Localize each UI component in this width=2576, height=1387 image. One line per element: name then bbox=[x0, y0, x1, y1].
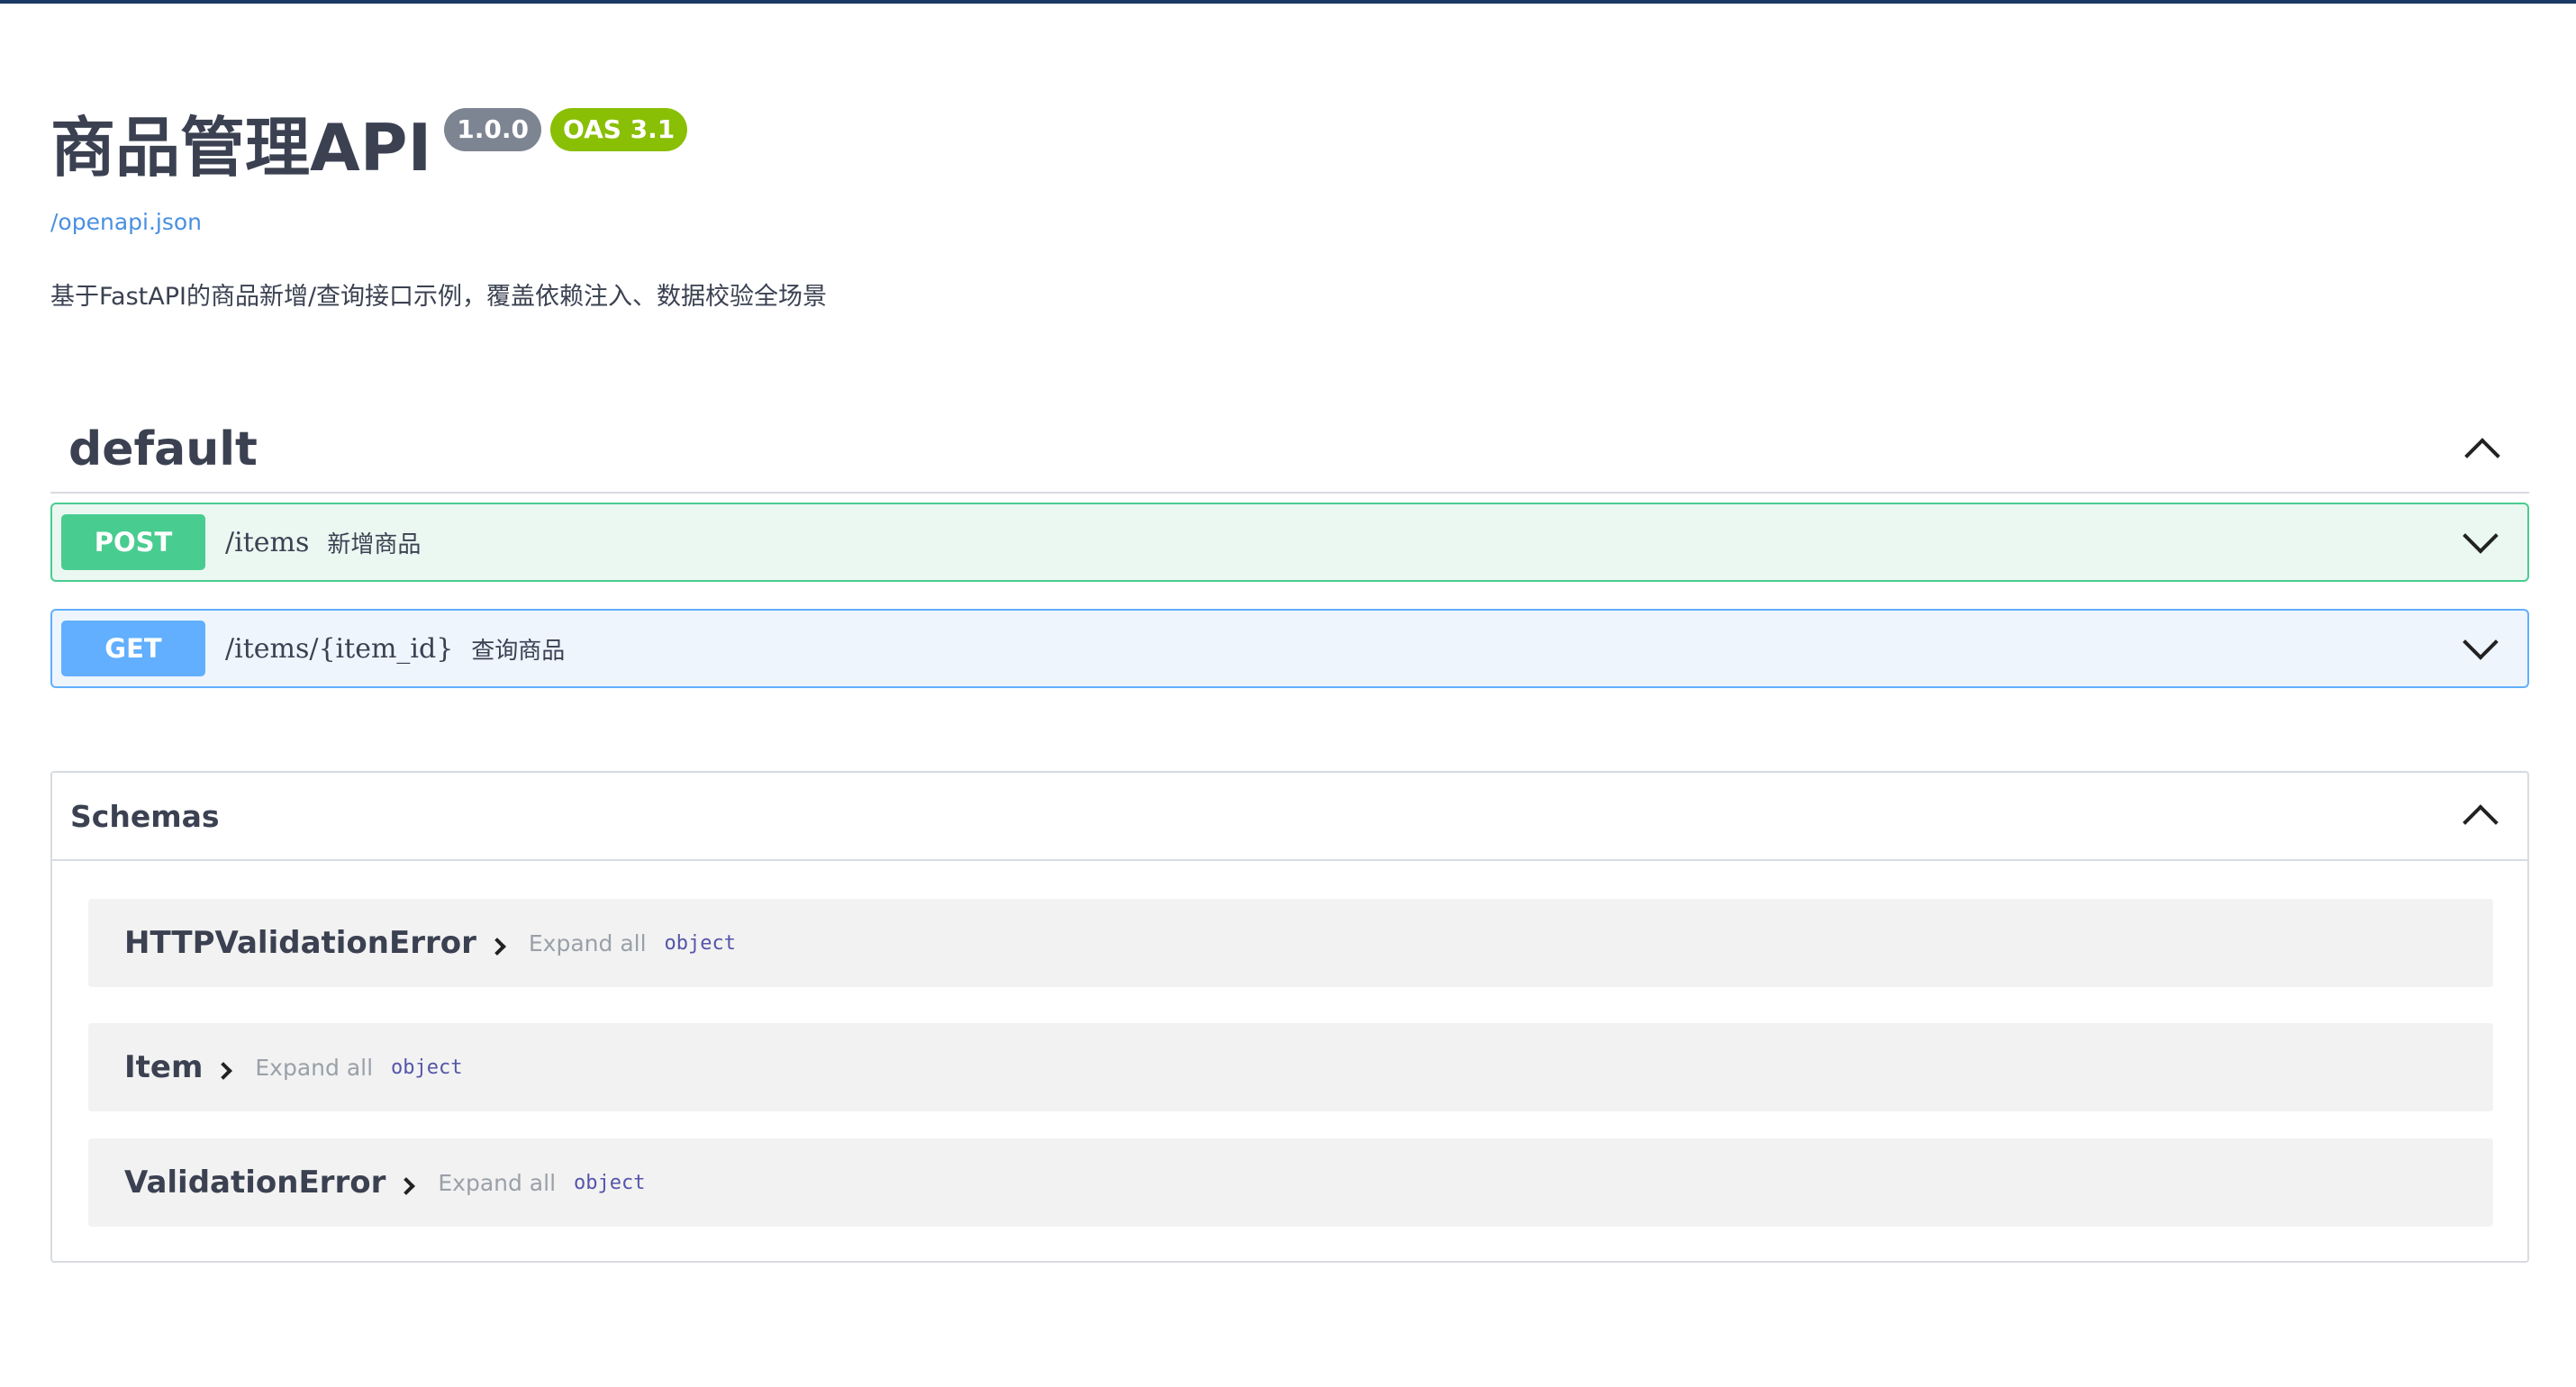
schemas-section: Schemas HTTPValidationError Expand all o… bbox=[50, 771, 2529, 1263]
schemas-collapse-toggle[interactable] bbox=[2463, 789, 2527, 843]
chevron-down-icon bbox=[2463, 518, 2499, 554]
expand-all-button[interactable]: Expand all bbox=[438, 1170, 556, 1196]
schema-type: object bbox=[391, 1056, 463, 1079]
expand-all-button[interactable]: Expand all bbox=[255, 1055, 373, 1081]
chevron-right-icon[interactable] bbox=[214, 1062, 233, 1080]
tag-header[interactable]: default bbox=[50, 407, 2529, 494]
schema-item[interactable]: Item Expand all object bbox=[88, 1023, 2493, 1111]
api-title: 商品管理API bbox=[50, 110, 432, 186]
schema-type: object bbox=[664, 931, 737, 955]
openapi-json-link[interactable]: /openapi.json bbox=[50, 209, 2482, 235]
schema-name[interactable]: HTTPValidationError bbox=[124, 925, 476, 961]
operation-expand-toggle[interactable] bbox=[2463, 621, 2518, 675]
schema-name[interactable]: Item bbox=[124, 1049, 203, 1085]
schema-type: object bbox=[574, 1171, 646, 1194]
swagger-page: 商品管理API 1.0.0 OAS 3.1 /openapi.json 基于Fa… bbox=[0, 0, 2576, 1387]
operation-path: /items bbox=[225, 526, 310, 558]
chevron-down-icon bbox=[2463, 624, 2499, 660]
chevron-up-icon bbox=[2463, 804, 2499, 840]
operation-path: /items/{item_id} bbox=[225, 632, 454, 665]
chevron-right-icon[interactable] bbox=[397, 1177, 416, 1195]
method-badge: GET bbox=[61, 621, 205, 676]
tag-collapse-toggle[interactable] bbox=[2464, 422, 2529, 476]
chevron-up-icon bbox=[2464, 438, 2500, 474]
title-row: 商品管理API 1.0.0 OAS 3.1 bbox=[50, 103, 2482, 193]
schemas-title: Schemas bbox=[70, 798, 220, 834]
method-badge: POST bbox=[61, 514, 205, 570]
chevron-right-icon[interactable] bbox=[487, 938, 506, 956]
operation-post-items[interactable]: POST /items 新增商品 bbox=[50, 503, 2529, 582]
schema-httpvalidationerror[interactable]: HTTPValidationError Expand all object bbox=[88, 899, 2493, 987]
schema-name[interactable]: ValidationError bbox=[124, 1165, 385, 1201]
expand-all-button[interactable]: Expand all bbox=[529, 930, 647, 956]
oas-badge: OAS 3.1 bbox=[550, 108, 688, 151]
operation-get-item[interactable]: GET /items/{item_id} 查询商品 bbox=[50, 609, 2529, 688]
operation-summary: 查询商品 bbox=[471, 637, 566, 665]
operation-summary: 新增商品 bbox=[327, 530, 422, 558]
schema-validationerror[interactable]: ValidationError Expand all object bbox=[88, 1138, 2493, 1227]
schemas-header[interactable]: Schemas bbox=[52, 773, 2527, 861]
api-description: 基于FastAPI的商品新增/查询接口示例，覆盖依赖注入、数据校验全场景 bbox=[50, 283, 828, 311]
tag-name: default bbox=[68, 422, 258, 476]
operation-expand-toggle[interactable] bbox=[2463, 515, 2518, 569]
api-info: 商品管理API 1.0.0 OAS 3.1 /openapi.json 基于Fa… bbox=[50, 103, 2482, 312]
tag-section-default: default POST /items 新增商品 GET /items/{ite… bbox=[50, 407, 2529, 688]
version-badge: 1.0.0 bbox=[444, 108, 542, 151]
